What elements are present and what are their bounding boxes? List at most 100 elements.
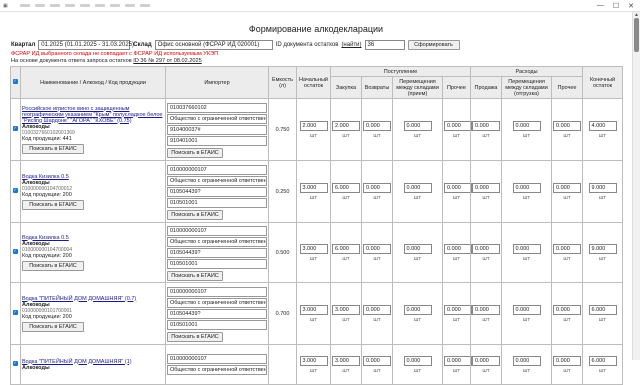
move-in-input[interactable]: 0.000 <box>403 304 432 315</box>
importer-field[interactable]: 010501001 <box>167 319 267 330</box>
generate-button[interactable]: Сформировать <box>407 40 460 50</box>
move-out-input[interactable]: 0.000 <box>512 355 541 366</box>
tab-strip[interactable] <box>20 4 150 7</box>
move-out-input[interactable]: 0.000 <box>512 304 541 315</box>
move-in-input[interactable]: 0.000 <box>403 120 432 131</box>
vertical-scrollbar[interactable]: ▲ <box>632 12 640 360</box>
other-out-input[interactable]: 0.000 <box>553 182 582 193</box>
move-in-input[interactable]: 0.000 <box>403 243 432 254</box>
close-icon[interactable]: ✕ <box>628 2 634 10</box>
other-out-input[interactable]: 0.000 <box>553 120 582 131</box>
select-all-cell[interactable] <box>10 66 21 99</box>
end-input[interactable]: 6.000 <box>588 304 617 315</box>
importer-field[interactable]: 010000000107 <box>167 225 267 236</box>
purchase-input[interactable]: 6.000 <box>332 182 360 193</box>
importer-field[interactable]: 910400037# <box>167 124 267 135</box>
end-input[interactable]: 4.000 <box>588 120 617 131</box>
importer-field[interactable]: 010037660102 <box>167 102 267 113</box>
start-input[interactable]: 2.000 <box>299 120 328 131</box>
move-in-input[interactable]: 0.000 <box>403 182 432 193</box>
row-checkbox[interactable] <box>13 309 18 315</box>
sale-input[interactable]: 0.000 <box>472 243 501 254</box>
importer-field[interactable]: Общество с ограниченной ответственностью <box>167 113 267 124</box>
find-link[interactable]: (найти) <box>341 42 361 48</box>
end-input[interactable]: 9.000 <box>588 243 617 254</box>
row-checkbox-cell[interactable] <box>10 98 21 161</box>
sale-input[interactable]: 0.000 <box>472 182 501 193</box>
row-checkbox[interactable] <box>13 187 18 193</box>
purchase-input[interactable]: 3.000 <box>332 304 360 315</box>
egais-search-button[interactable]: Поискать в ЕГАИС <box>22 260 84 271</box>
returns-input[interactable]: 0.000 <box>363 120 391 131</box>
other-in-input[interactable]: 0.000 <box>444 304 472 315</box>
importer-egais-button[interactable]: Поискать в ЕГАИС <box>167 331 223 342</box>
importer-field[interactable]: 010501001 <box>167 197 267 208</box>
product-name-link[interactable]: Водка "ПИТЕЙНЫЙ ДОМ ДОМАШНЯЯ" (0.7) <box>22 296 136 302</box>
move-in-input[interactable]: 0.000 <box>403 355 432 366</box>
end-input[interactable]: 9.000 <box>588 182 617 193</box>
importer-field[interactable]: Общество с ограниченной ответственностью <box>167 175 267 186</box>
importer-field[interactable]: 010504439? <box>167 308 267 319</box>
importer-field[interactable]: 010000000107 <box>167 164 267 175</box>
importer-field[interactable]: Общество с ограниченной ответственностью <box>167 236 267 247</box>
egais-search-button[interactable]: Поискать в ЕГАИС <box>22 321 84 332</box>
row-checkbox-cell[interactable] <box>10 222 21 283</box>
egais-search-button[interactable]: Поискать в ЕГАИС <box>22 199 84 210</box>
move-out-input[interactable]: 0.000 <box>512 243 541 254</box>
sale-input[interactable]: 0.000 <box>472 120 501 131</box>
move-out-input[interactable]: 0.000 <box>512 182 541 193</box>
scrollbar-thumb[interactable] <box>634 18 639 52</box>
row-checkbox-cell[interactable] <box>10 282 21 345</box>
other-out-input[interactable]: 0.000 <box>553 304 582 315</box>
other-out-input[interactable]: 0.000 <box>553 355 582 366</box>
importer-field[interactable]: Общество с ограниченной ответственностью <box>167 297 267 308</box>
window-controls[interactable]: — ☐ ✕ <box>597 2 634 10</box>
row-checkbox-cell[interactable] <box>10 160 21 223</box>
importer-field[interactable]: 010501001 <box>167 258 267 269</box>
other-in-input[interactable]: 0.000 <box>444 182 472 193</box>
minimize-icon[interactable]: — <box>597 2 604 10</box>
importer-egais-button[interactable]: Поискать в ЕГАИС <box>167 209 223 220</box>
quarter-select[interactable]: 01.2025 (01.01.2025 - 31.03.2025) <box>38 40 134 50</box>
purchase-input[interactable]: 3.000 <box>332 355 360 366</box>
egais-search-button[interactable]: Поискать в ЕГАИС <box>22 143 84 154</box>
other-in-input[interactable]: 0.000 <box>444 120 472 131</box>
importer-field[interactable]: 010504439? <box>167 247 267 258</box>
row-checkbox[interactable] <box>13 248 18 254</box>
returns-input[interactable]: 0.000 <box>363 182 391 193</box>
product-name-link[interactable]: Водка Кизилка 0.5 <box>22 174 69 180</box>
importer-egais-button[interactable]: Поискать в ЕГАИС <box>167 147 223 158</box>
end-input[interactable]: 6.000 <box>588 355 617 366</box>
product-name-link[interactable]: Водка "ПИТЕЙНЫЙ ДОМ ДОМАШНЯЯ" (1) <box>22 359 132 365</box>
start-input[interactable]: 3.000 <box>299 243 328 254</box>
sale-input[interactable]: 0.000 <box>472 304 501 315</box>
importer-egais-button[interactable]: Поискать в ЕГАИС <box>167 270 223 281</box>
select-all-checkbox[interactable] <box>13 78 18 84</box>
purchase-input[interactable]: 2.000 <box>332 120 360 131</box>
sale-input[interactable]: 0.000 <box>472 355 501 366</box>
row-checkbox[interactable] <box>13 360 18 366</box>
returns-input[interactable]: 0.000 <box>363 304 391 315</box>
start-input[interactable]: 3.000 <box>299 304 328 315</box>
returns-input[interactable]: 0.000 <box>363 355 391 366</box>
source-doc-link[interactable]: ID 36 № 297 от 08.02.2025 <box>133 58 201 64</box>
importer-field[interactable]: 010000000107 <box>167 286 267 297</box>
start-input[interactable]: 3.000 <box>299 355 328 366</box>
move-out-input[interactable]: 0.000 <box>512 120 541 131</box>
start-input[interactable]: 3.000 <box>299 182 328 193</box>
purchase-input[interactable]: 6.000 <box>332 243 360 254</box>
other-out-input[interactable]: 0.000 <box>553 243 582 254</box>
product-name-link[interactable]: Водка Кизилка 0.5 <box>22 235 69 241</box>
importer-field[interactable]: 010000000107 <box>167 354 267 364</box>
returns-input[interactable]: 0.000 <box>363 243 391 254</box>
row-checkbox[interactable] <box>13 125 18 131</box>
maximize-icon[interactable]: ☐ <box>613 2 619 10</box>
importer-field[interactable]: 910401001 <box>167 135 267 146</box>
row-checkbox-cell[interactable] <box>10 344 21 385</box>
other-in-input[interactable]: 0.000 <box>444 243 472 254</box>
importer-field[interactable]: Общество с ограниченной ответственностью <box>167 365 267 375</box>
other-in-input[interactable]: 0.000 <box>444 355 472 366</box>
doc-id-input[interactable]: 36 <box>364 40 405 50</box>
warehouse-select[interactable]: Офис основной (ФСРАР ИД 020001) <box>154 40 273 50</box>
product-name-link[interactable]: Российское игристое вино с защищенным ге… <box>22 106 162 124</box>
